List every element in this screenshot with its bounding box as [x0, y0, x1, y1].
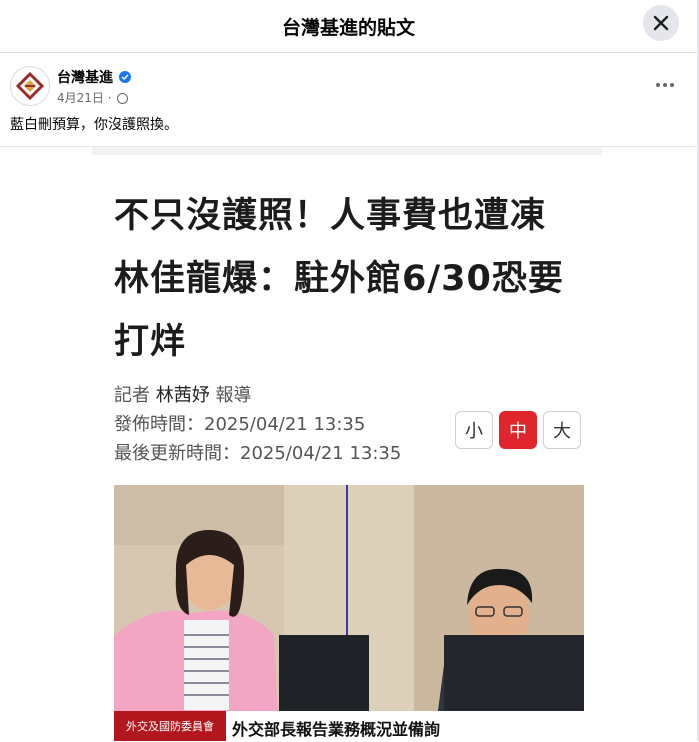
article-headline: 不只沒護照！人事費也遭凍 林佳龍爆：駐外館6/30恐要打烊 — [114, 196, 583, 362]
banner-committee-label: 外交及國防委員會 — [114, 711, 226, 741]
more-dot — [663, 83, 667, 87]
post-image[interactable]: 不只沒護照！人事費也遭凍 林佳龍爆：駐外館6/30恐要打烊 記者 林茜妤 報導 … — [0, 146, 697, 742]
font-size-large-button[interactable]: 大 — [543, 411, 581, 449]
more-options-button[interactable] — [650, 70, 680, 100]
legislature-scene-illustration — [114, 485, 584, 741]
news-photo: 外交及國防委員會 外交部長報告業務概況並備詢 — [114, 485, 584, 741]
close-button[interactable] — [643, 5, 679, 41]
post-date[interactable]: 4月21日 · — [57, 91, 112, 105]
post-dialog: 台灣基進的貼文 台灣基進 4月21日 · 藍白刪預算，你沒護照換。 不只沒護照！… — [0, 0, 699, 742]
post-header: 台灣基進 4月21日 · — [10, 66, 690, 106]
report-suffix: 報導 — [215, 385, 252, 406]
banner-text: 外交部長報告業務概況並備詢 — [232, 720, 441, 739]
font-size-controls: 小 中 大 — [455, 411, 581, 449]
author-label[interactable]: 台灣基進 — [57, 70, 113, 86]
author-name[interactable]: 台灣基進 — [57, 67, 131, 87]
image-top-strip — [92, 147, 602, 155]
article-byline: 記者 林茜妤 報導 發佈時間：2025/04/21 13:35 最後更新時間：2… — [114, 381, 401, 468]
dialog-title: 台灣基進的貼文 — [281, 17, 415, 39]
party-logo-icon — [16, 72, 44, 100]
font-size-small-button[interactable]: 小 — [455, 411, 493, 449]
more-dots-icon — [656, 83, 660, 87]
more-dot — [670, 83, 674, 87]
font-size-medium-button[interactable]: 中 — [499, 411, 537, 449]
close-icon — [653, 15, 669, 31]
post-meta: 4月21日 · — [57, 89, 129, 106]
post-caption: 藍白刪預算，你沒護照換。 — [10, 117, 178, 133]
globe-icon — [117, 93, 129, 104]
dialog-header: 台灣基進的貼文 — [0, 0, 697, 53]
reporter-label: 記者 — [114, 385, 150, 406]
verified-badge-icon — [119, 71, 131, 83]
reporter-name: 林茜妤 — [155, 385, 210, 406]
news-banner: 外交及國防委員會 外交部長報告業務概況並備詢 — [114, 711, 584, 741]
published-time: 發佈時間：2025/04/21 13:35 — [114, 414, 366, 435]
avatar[interactable] — [10, 66, 50, 106]
updated-time: 最後更新時間：2025/04/21 13:35 — [114, 443, 402, 464]
